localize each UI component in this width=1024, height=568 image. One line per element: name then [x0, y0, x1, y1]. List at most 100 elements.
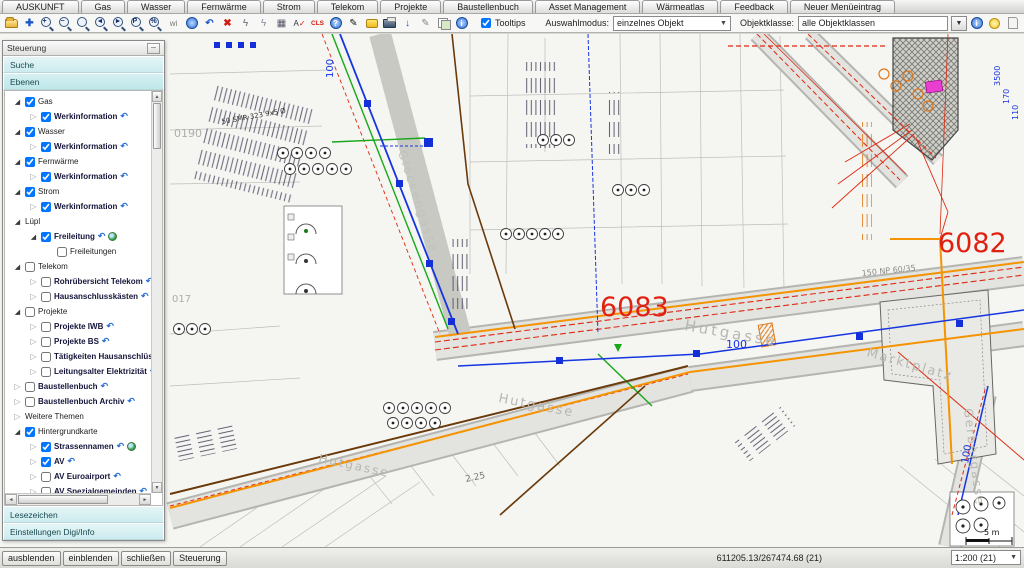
layer-checkbox[interactable]	[25, 397, 35, 407]
object-info-icon[interactable]: i	[968, 16, 985, 31]
zoom-next-icon[interactable]: ►	[111, 16, 128, 31]
expand-icon[interactable]: ▷	[29, 202, 38, 211]
tree-row-strom[interactable]: ◢Strom	[5, 184, 162, 199]
menu-auskunft[interactable]: AUSKUNFT	[2, 0, 79, 13]
delete-selection-icon[interactable]: ✖	[219, 16, 236, 31]
scroll-up-button[interactable]: ▲	[152, 91, 162, 102]
layer-checkbox[interactable]	[41, 337, 51, 347]
expand-icon[interactable]: ◢	[13, 98, 22, 106]
layer-checkbox[interactable]	[41, 472, 51, 482]
tree-row-telekom[interactable]: ◢Telekom	[5, 259, 162, 274]
expand-icon[interactable]: ▷	[29, 442, 38, 451]
layer-checkbox[interactable]	[41, 442, 51, 452]
tree-row-projekte-iwb[interactable]: ▷Projekte IWB↶	[5, 319, 162, 334]
expand-icon[interactable]: ▷	[29, 352, 38, 361]
layer-checkbox[interactable]	[41, 202, 51, 212]
refresh-icon[interactable]: ↶	[101, 381, 109, 392]
expand-icon[interactable]: ◢	[13, 188, 22, 196]
measure-area-icon[interactable]: ϟ	[255, 16, 272, 31]
tree-row-freileitungen[interactable]: Freileitungen	[5, 244, 162, 259]
expand-icon[interactable]: ▷	[29, 172, 38, 181]
zoom-in-icon[interactable]: +	[39, 16, 56, 31]
expand-icon[interactable]: ▷	[29, 367, 38, 376]
refresh-icon[interactable]: ↶	[106, 321, 114, 332]
panel-titlebar[interactable]: Steuerung ─	[3, 41, 164, 56]
expand-icon[interactable]: ▷	[29, 337, 38, 346]
layer-checkbox[interactable]	[41, 367, 51, 377]
highlight-bulb-icon[interactable]	[986, 16, 1003, 31]
expand-icon[interactable]: ▷	[13, 412, 22, 421]
layer-checkbox[interactable]	[25, 307, 35, 317]
tree-row-strassennamen[interactable]: ▷Strassennamen↶	[5, 439, 162, 454]
section-lesezeichen[interactable]: Lesezeichen	[3, 506, 164, 523]
refresh-icon[interactable]: ↶	[120, 201, 128, 212]
undo-icon[interactable]: ↶	[201, 16, 218, 31]
scale-select[interactable]: 1:200 (21) ▼	[951, 550, 1021, 565]
tree-row-rohruebersicht[interactable]: ▷Rohrübersicht Telekom↶	[5, 274, 162, 289]
page-icon[interactable]	[1004, 16, 1021, 31]
refresh-icon[interactable]: ↶	[102, 336, 110, 347]
menu-projekte[interactable]: Projekte	[380, 0, 441, 13]
print-icon[interactable]	[381, 16, 398, 31]
wi-tool-icon[interactable]: wi	[165, 16, 182, 31]
layer-checkbox[interactable]	[25, 427, 35, 437]
expand-icon[interactable]: ▷	[13, 397, 22, 406]
layer-checkbox[interactable]	[57, 247, 67, 257]
scroll-left-button[interactable]: ◄	[5, 494, 17, 505]
expand-icon[interactable]: ▷	[29, 322, 38, 331]
refresh-icon[interactable]: ↶	[117, 441, 125, 452]
layer-checkbox[interactable]	[41, 112, 51, 122]
globe-icon[interactable]	[127, 442, 136, 451]
zoom-previous-icon[interactable]: ◄	[93, 16, 110, 31]
layer-checkbox[interactable]	[25, 382, 35, 392]
tree-row-luepl[interactable]: ◢Lüpl	[5, 214, 162, 229]
expand-icon[interactable]: ▷	[29, 472, 38, 481]
zoom-plan-icon[interactable]: P	[129, 16, 146, 31]
tree-row-av[interactable]: ▷AV↶	[5, 454, 162, 469]
expand-icon[interactable]: ▷	[29, 112, 38, 121]
tree-row-projekte-bs[interactable]: ▷Projekte BS↶	[5, 334, 162, 349]
minimize-icon[interactable]: ─	[147, 43, 160, 54]
expand-icon[interactable]: ◢	[13, 428, 22, 436]
tree-vertical-scrollbar[interactable]: ▲ ▼	[151, 91, 162, 493]
note-icon[interactable]	[363, 16, 380, 31]
redline-brush-icon[interactable]: ✎	[345, 16, 362, 31]
tooltips-checkbox[interactable]	[481, 18, 491, 28]
refresh-icon[interactable]: ↶	[120, 141, 128, 152]
einblenden-button[interactable]: einblenden	[63, 551, 119, 566]
menu-waermeatlas[interactable]: Wärmeatlas	[642, 0, 718, 13]
tree-row-hausanschlusskaesten[interactable]: ▷Hausanschlusskästen↶	[5, 289, 162, 304]
refresh-icon[interactable]: ↶	[127, 396, 135, 407]
menu-baustellenbuch[interactable]: Baustellenbuch	[443, 0, 533, 13]
labels-icon[interactable]: A✓	[291, 16, 308, 31]
refresh-icon[interactable]: ↶	[141, 291, 149, 302]
scrollbar-thumb[interactable]	[153, 103, 161, 149]
tree-row-leitungsalter[interactable]: ▷Leitungsalter Elektrizität↶	[5, 364, 162, 379]
expand-icon[interactable]: ◢	[13, 158, 22, 166]
expand-icon[interactable]: ◢	[13, 308, 22, 316]
zoom-out-icon[interactable]: −	[57, 16, 74, 31]
scrollbar-thumb[interactable]	[18, 495, 108, 504]
refresh-icon[interactable]: ↶	[120, 111, 128, 122]
tree-row-fernwaerme[interactable]: ◢Fernwärme	[5, 154, 162, 169]
tree-row-projekte[interactable]: ◢Projekte	[5, 304, 162, 319]
tree-row-hintergrundkarte[interactable]: ◢Hintergrundkarte	[5, 424, 162, 439]
menu-wasser[interactable]: Wasser	[127, 0, 185, 13]
section-einstellungen[interactable]: Einstellungen Digi/Info	[3, 523, 164, 540]
tree-row-freileitung[interactable]: ◢Freileitung↶	[5, 229, 162, 244]
schliessen-button[interactable]: schließen	[121, 551, 172, 566]
tree-horizontal-scrollbar[interactable]: ◄ ►	[5, 493, 151, 505]
scroll-down-button[interactable]: ▼	[152, 482, 162, 493]
section-suche[interactable]: Suche	[3, 56, 164, 73]
steuerung-button[interactable]: Steuerung	[173, 551, 227, 566]
layer-checkbox[interactable]	[41, 292, 51, 302]
layer-checkbox[interactable]	[41, 457, 51, 467]
refresh-icon[interactable]: ↶	[98, 231, 106, 242]
menu-fernwaerme[interactable]: Fernwärme	[187, 0, 261, 13]
cls-icon[interactable]: CLS	[309, 16, 326, 31]
expand-icon[interactable]: ◢	[13, 218, 22, 226]
tree-row-strom-werkinfo[interactable]: ▷Werkinformation↶	[5, 199, 162, 214]
tree-row-baustellenbuch-archiv[interactable]: ▷Baustellenbuch Archiv↶	[5, 394, 162, 409]
edit-pencil-icon[interactable]: ✎	[417, 16, 434, 31]
measure-length-icon[interactable]: ϟ	[237, 16, 254, 31]
